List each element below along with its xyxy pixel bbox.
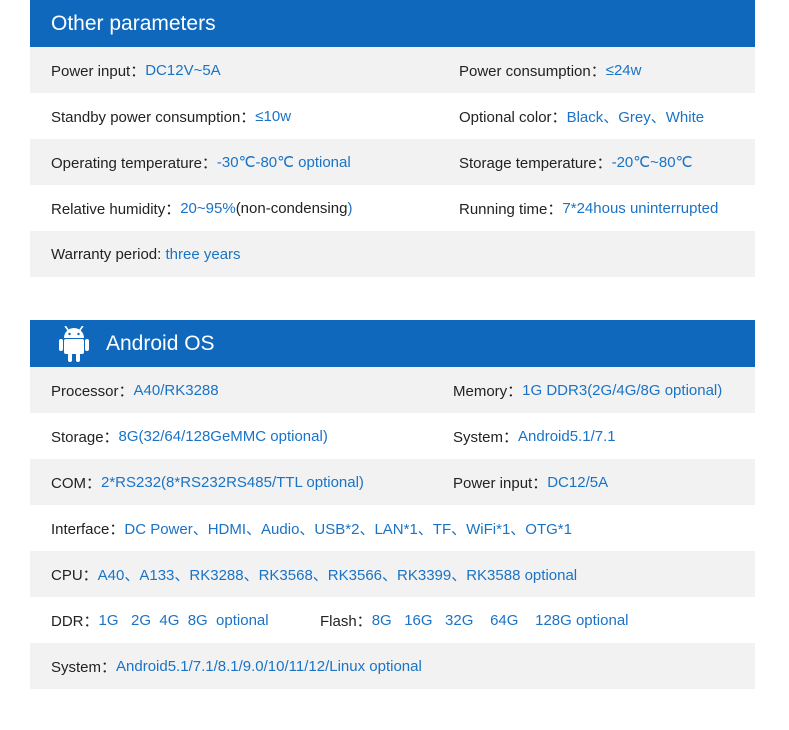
spec-cell: Storage： 8G(32/64/128GeMMC optional) (51, 426, 328, 447)
spec-label: Interface： (51, 520, 125, 538)
spec-value: 7*24hous uninterrupted (562, 199, 719, 217)
other-parameters-title: Other parameters (51, 11, 216, 35)
spec-value: DC Power、HDMI、Audio、USB*2、LAN*1、TF、WiFi*… (124, 520, 572, 538)
table-row: Standby power consumption： ≤10w Optional… (30, 93, 755, 139)
spec-value: three years (165, 245, 241, 263)
spec-value: ≤10w (255, 107, 292, 125)
spec-cell: Interface： DC Power、HDMI、Audio、USB*2、LAN… (51, 518, 572, 539)
spec-note: (non-condensing (235, 199, 348, 217)
table-row: Interface： DC Power、HDMI、Audio、USB*2、LAN… (30, 505, 755, 551)
spec-value: Android5.1/7.1 (518, 427, 616, 445)
spec-value: DC12V~5A (145, 61, 221, 79)
spec-value: DC12/5A (547, 473, 609, 491)
android-os-title: Android OS (106, 331, 215, 355)
spec-label: Relative humidity： (51, 200, 181, 218)
spec-cell: Power input： DC12/5A (453, 472, 608, 493)
spec-cell: Optional color： Black、Grey、White (459, 106, 704, 127)
table-row: Processor： A40/RK3288 Memory： 1G DDR3(2G… (30, 367, 755, 413)
spec-value: Android5.1/7.1/8.1/9.0/10/11/12/Linux op… (116, 657, 422, 675)
spec-value: 2*RS232(8*RS232RS485/TTL optional) (101, 473, 364, 491)
spec-label: Memory： (453, 382, 523, 400)
spec-label: Processor： (51, 382, 134, 400)
other-parameters-section: Other parameters Power input： DC12V~5A P… (30, 0, 755, 277)
spec-value: A40、A133、RK3288、RK3568、RK3566、RK3399、RK3… (97, 566, 578, 584)
spec-label: DDR： (51, 612, 99, 630)
spec-label: COM： (51, 474, 101, 492)
spec-cell: COM： 2*RS232(8*RS232RS485/TTL optional) (51, 472, 364, 493)
spec-cell: Power input： DC12V~5A (51, 60, 221, 81)
spec-label: Power consumption： (459, 62, 606, 80)
table-row: Warranty period: three years (30, 231, 755, 277)
spec-cell: Processor： A40/RK3288 (51, 380, 219, 401)
spec-value: 1G DDR3(2G/4G/8G optional) (522, 381, 723, 399)
spec-cell: Flash： 8G 16G 32G 64G 128G optional (320, 610, 629, 631)
android-os-section: Android OS Processor： A40/RK3288 Memory：… (30, 320, 755, 689)
spec-label: System： (453, 428, 519, 446)
spec-label: Power input： (51, 62, 146, 80)
spec-label: Power input： (453, 474, 548, 492)
spec-label: Running time： (459, 200, 563, 218)
spec-value: -30℃-80℃ optional (216, 154, 351, 171)
spec-value: A40/RK3288 (133, 381, 219, 399)
spec-label: CPU： (51, 566, 98, 584)
android-icon (59, 325, 89, 362)
spec-label: Optional color： (459, 108, 567, 126)
spec-note-end: ) (347, 199, 353, 217)
spec-cell: Storage temperature： -20℃~80℃ (459, 152, 692, 173)
spec-cell: Operating temperature： -30℃-80℃ optional (51, 152, 351, 173)
other-parameters-header: Other parameters (30, 0, 755, 47)
spec-value: 8G(32/64/128GeMMC optional) (118, 427, 328, 445)
spec-label: Flash： (320, 612, 372, 630)
spec-label: Standby power consumption： (51, 108, 256, 126)
table-row: Power input： DC12V~5A Power consumption：… (30, 47, 755, 93)
android-os-header: Android OS (30, 320, 755, 367)
spec-cell: Memory： 1G DDR3(2G/4G/8G optional) (453, 380, 722, 401)
spec-value: ≤24w (605, 61, 642, 79)
spec-label: Storage temperature： (459, 154, 612, 172)
table-row: COM： 2*RS232(8*RS232RS485/TTL optional) … (30, 459, 755, 505)
table-row: Relative humidity： 20~95% (non-condensin… (30, 185, 755, 231)
spec-value: 8G 16G 32G 64G 128G optional (371, 611, 629, 629)
spec-value: Black、Grey、White (566, 108, 705, 126)
spec-cell: System： Android5.1/7.1/8.1/9.0/10/11/12/… (51, 656, 422, 677)
table-row: System： Android5.1/7.1/8.1/9.0/10/11/12/… (30, 643, 755, 689)
table-row: Storage： 8G(32/64/128GeMMC optional) Sys… (30, 413, 755, 459)
spec-value: 20~95% (180, 199, 236, 217)
spec-cell: System： Android5.1/7.1 (453, 426, 616, 447)
spec-cell: Warranty period: three years (51, 246, 241, 263)
spec-value: -20℃~80℃ (611, 154, 693, 171)
spec-cell: Relative humidity： 20~95% (non-condensin… (51, 198, 352, 219)
spec-cell: Power consumption： ≤24w (459, 60, 641, 81)
spec-cell: CPU： A40、A133、RK3288、RK3568、RK3566、RK339… (51, 564, 577, 585)
spec-label: Storage： (51, 428, 119, 446)
spec-label: Warranty period: (51, 245, 166, 263)
spec-label: System： (51, 658, 117, 676)
table-row: Operating temperature： -30℃-80℃ optional… (30, 139, 755, 185)
table-row: CPU： A40、A133、RK3288、RK3568、RK3566、RK339… (30, 551, 755, 597)
table-row: DDR： 1G 2G 4G 8G optional Flash： 8G 16G … (30, 597, 755, 643)
spec-cell: Standby power consumption： ≤10w (51, 106, 291, 127)
spec-cell: Running time： 7*24hous uninterrupted (459, 198, 718, 219)
spec-label: Operating temperature： (51, 154, 217, 172)
spec-cell: DDR： 1G 2G 4G 8G optional (51, 610, 269, 631)
spec-value: 1G 2G 4G 8G optional (98, 611, 269, 629)
